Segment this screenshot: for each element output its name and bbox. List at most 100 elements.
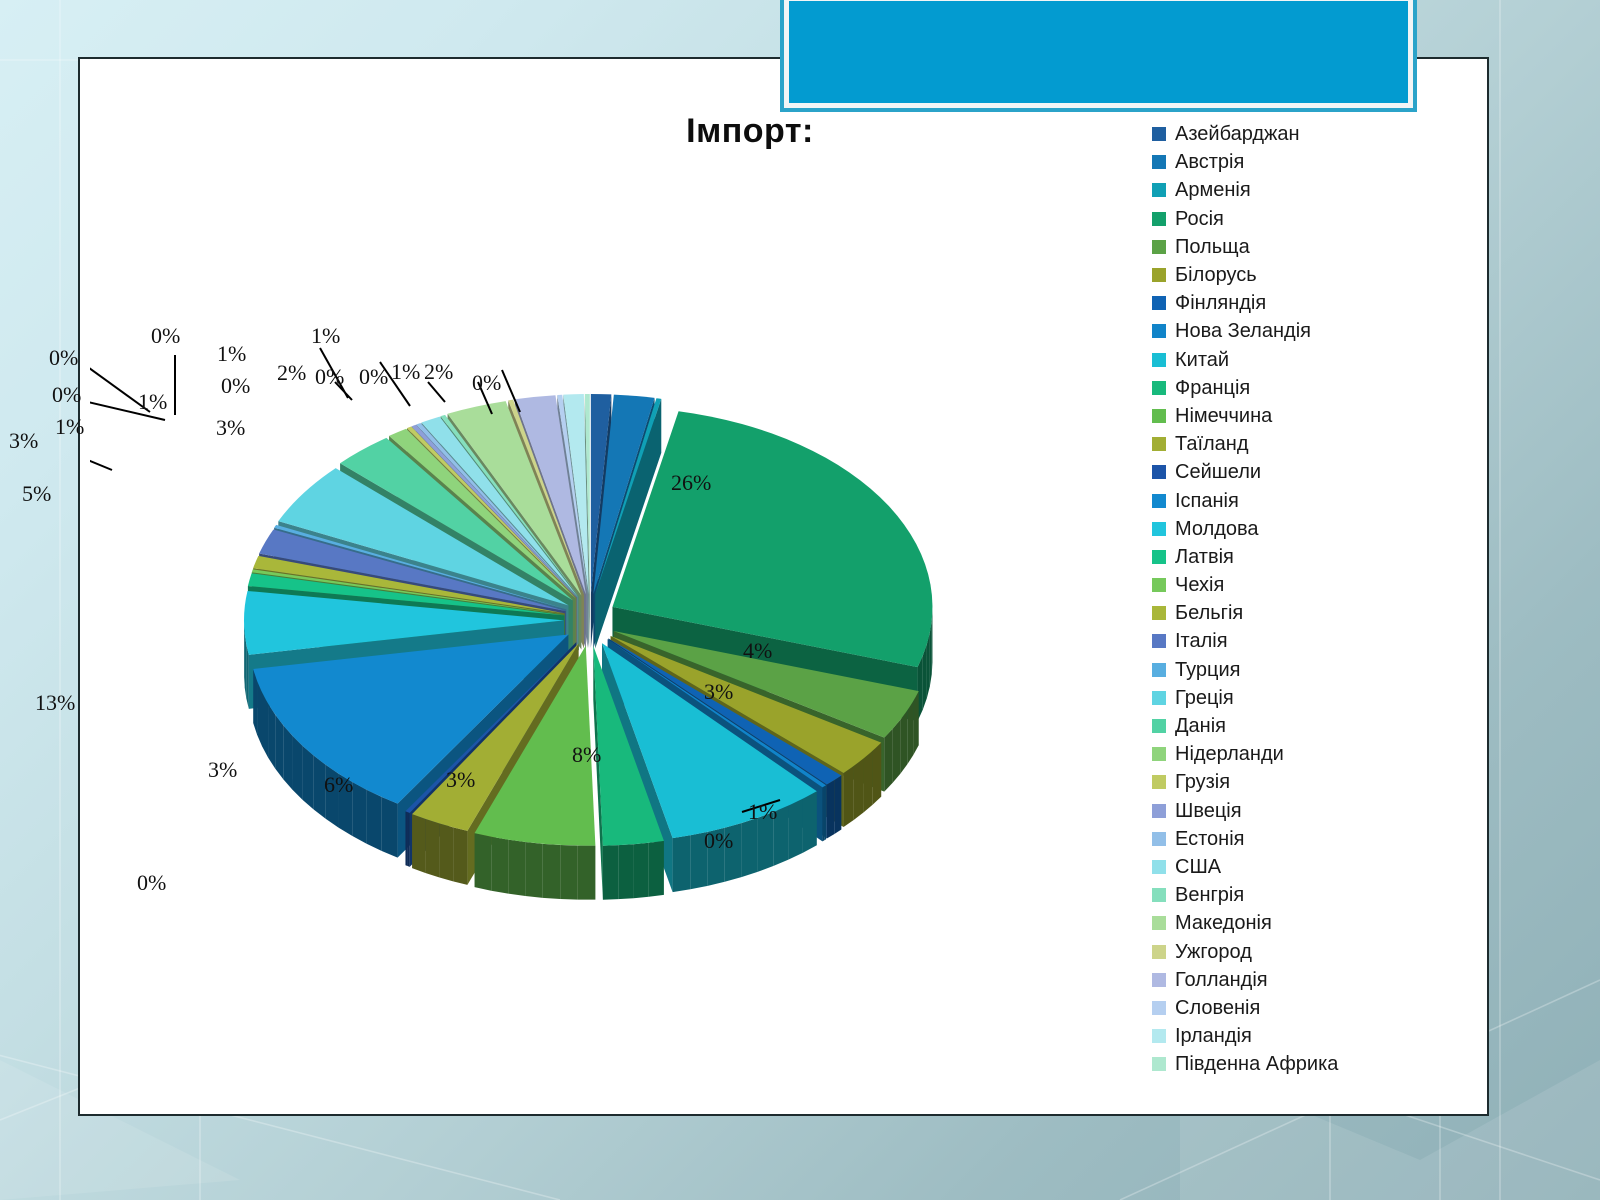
legend-color-swatch [1152, 324, 1166, 339]
legend-item[interactable]: Арменія [1152, 176, 1412, 204]
legend-item[interactable]: Азейбарджан [1152, 120, 1412, 148]
legend-color-swatch [1152, 521, 1166, 536]
pie-slice-side [602, 845, 619, 900]
pie-slice-side [648, 840, 664, 897]
legend-item[interactable]: Латвія [1152, 543, 1412, 571]
pie-slice-side [244, 633, 247, 699]
legend-item[interactable]: Південна Африка [1152, 1050, 1412, 1078]
legend-item-label: США [1175, 855, 1222, 878]
pie-data-label: 1% [748, 799, 778, 824]
legend-item[interactable]: Голландія [1152, 966, 1412, 994]
pie-data-label: 8% [572, 742, 602, 767]
legend-item[interactable]: Сейшели [1152, 458, 1412, 486]
legend-item[interactable]: Нова Зеландія [1152, 317, 1412, 345]
pie-slice-side [412, 814, 426, 873]
legend-item[interactable]: Турция [1152, 656, 1412, 684]
legend-item[interactable]: Молдова [1152, 515, 1412, 543]
pie-slice-side [262, 692, 269, 758]
legend-item-label: Голландія [1175, 968, 1268, 991]
legend-color-swatch [1152, 211, 1166, 226]
pie-slice-side [542, 843, 561, 900]
title-placeholder-box[interactable] [780, 0, 1417, 112]
legend-item-label: Фінляндія [1175, 292, 1267, 315]
legend-item-label: Естонія [1175, 827, 1245, 850]
legend-item[interactable]: Греція [1152, 684, 1412, 712]
pie-slice-side [900, 710, 908, 774]
legend-item[interactable]: США [1152, 853, 1412, 881]
pie-slice-side [244, 622, 245, 688]
legend-color-swatch [1152, 549, 1166, 564]
pie-data-label: 2% [424, 359, 454, 384]
pie-data-label: 1% [138, 389, 168, 414]
legend-item-label: Бельгія [1175, 602, 1244, 625]
legend-color-swatch [1152, 747, 1166, 762]
legend-item-label: Польща [1175, 235, 1250, 258]
pie-data-label: 0% [52, 382, 82, 407]
legend-color-swatch [1152, 437, 1166, 452]
pie-chart[interactable]: 0%0%0%1%3%1%2%0%1%0%1%5%5%13%0%3%6%3%8%0… [9, 320, 1120, 940]
pie-slice-side [824, 785, 827, 841]
pie-data-label: 0% [472, 370, 502, 395]
legend-item[interactable]: Польща [1152, 233, 1412, 261]
chart-legend[interactable]: Азейбарджан Австрія Арменія Росія Польща Біло… [1152, 120, 1412, 1078]
legend-color-swatch [1152, 1029, 1166, 1044]
pie-slice-side [618, 844, 634, 900]
legend-item[interactable]: Нідерланди [1152, 740, 1412, 768]
pie-slice-side [863, 750, 873, 813]
legend-item[interactable]: Естонія [1152, 825, 1412, 853]
legend-item[interactable]: Бельгія [1152, 599, 1412, 627]
pie-data-label: 3% [216, 415, 246, 440]
pie-slice-side [366, 789, 382, 851]
legend-item-label: Македонія [1175, 912, 1272, 935]
legend-item-label: Венгрія [1175, 884, 1245, 907]
pie-data-label: 1% [217, 341, 247, 366]
legend-item-label: Південна Африка [1175, 1053, 1339, 1076]
legend-color-swatch [1152, 859, 1166, 874]
legend-item[interactable]: Німеччина [1152, 402, 1412, 430]
pie-slice-side [907, 700, 914, 765]
pie-data-label: 0% [221, 373, 251, 398]
legend-item[interactable]: Таїланд [1152, 430, 1412, 458]
legend-item[interactable]: Словенія [1152, 994, 1412, 1022]
pie-data-label: 3% [9, 428, 39, 453]
legend-item[interactable]: Ірландія [1152, 1022, 1412, 1050]
legend-item[interactable]: Македонія [1152, 909, 1412, 937]
legend-color-swatch [1152, 606, 1166, 621]
legend-color-swatch [1152, 1057, 1166, 1072]
legend-color-swatch [1152, 296, 1166, 311]
legend-item[interactable]: Швеція [1152, 797, 1412, 825]
legend-item[interactable]: Китай [1152, 346, 1412, 374]
pie-slice-side [292, 735, 303, 800]
legend-item[interactable]: Фінляндія [1152, 289, 1412, 317]
legend-item[interactable]: Білорусь [1152, 261, 1412, 289]
pie-data-label: 13% [35, 690, 76, 715]
legend-item-label: Білорусь [1175, 264, 1257, 287]
legend-item[interactable]: Росія [1152, 205, 1412, 233]
legend-item[interactable]: Австрія [1152, 148, 1412, 176]
legend-item-label: Нова Зеландія [1175, 320, 1311, 343]
legend-color-swatch [1152, 888, 1166, 903]
legend-item-label: Нідерланди [1175, 743, 1284, 766]
pie-data-label: 3% [704, 679, 734, 704]
legend-color-swatch [1152, 775, 1166, 790]
legend-item-label: Таїланд [1175, 433, 1249, 456]
legend-item-label: Данія [1175, 715, 1226, 738]
legend-item[interactable]: Грузія [1152, 768, 1412, 796]
pie-slice-side [822, 786, 825, 842]
pie-slice-side [246, 644, 249, 709]
legend-color-swatch [1152, 493, 1166, 508]
legend-item[interactable]: Франція [1152, 374, 1412, 402]
legend-item[interactable]: Іспанія [1152, 486, 1412, 514]
pie-slice-side [843, 765, 854, 827]
legend-color-swatch [1152, 634, 1166, 649]
legend-item-label: Сейшели [1175, 461, 1262, 484]
legend-item[interactable]: Чехія [1152, 571, 1412, 599]
pie-data-label: 26% [671, 470, 712, 495]
legend-item-label: Греція [1175, 686, 1234, 709]
legend-item-label: Чехія [1175, 574, 1225, 597]
legend-item[interactable]: Данія [1152, 712, 1412, 740]
pie-data-label: 3% [208, 757, 238, 782]
legend-item[interactable]: Італія [1152, 627, 1412, 655]
legend-item[interactable]: Ужгород [1152, 937, 1412, 965]
legend-item[interactable]: Венгрія [1152, 881, 1412, 909]
